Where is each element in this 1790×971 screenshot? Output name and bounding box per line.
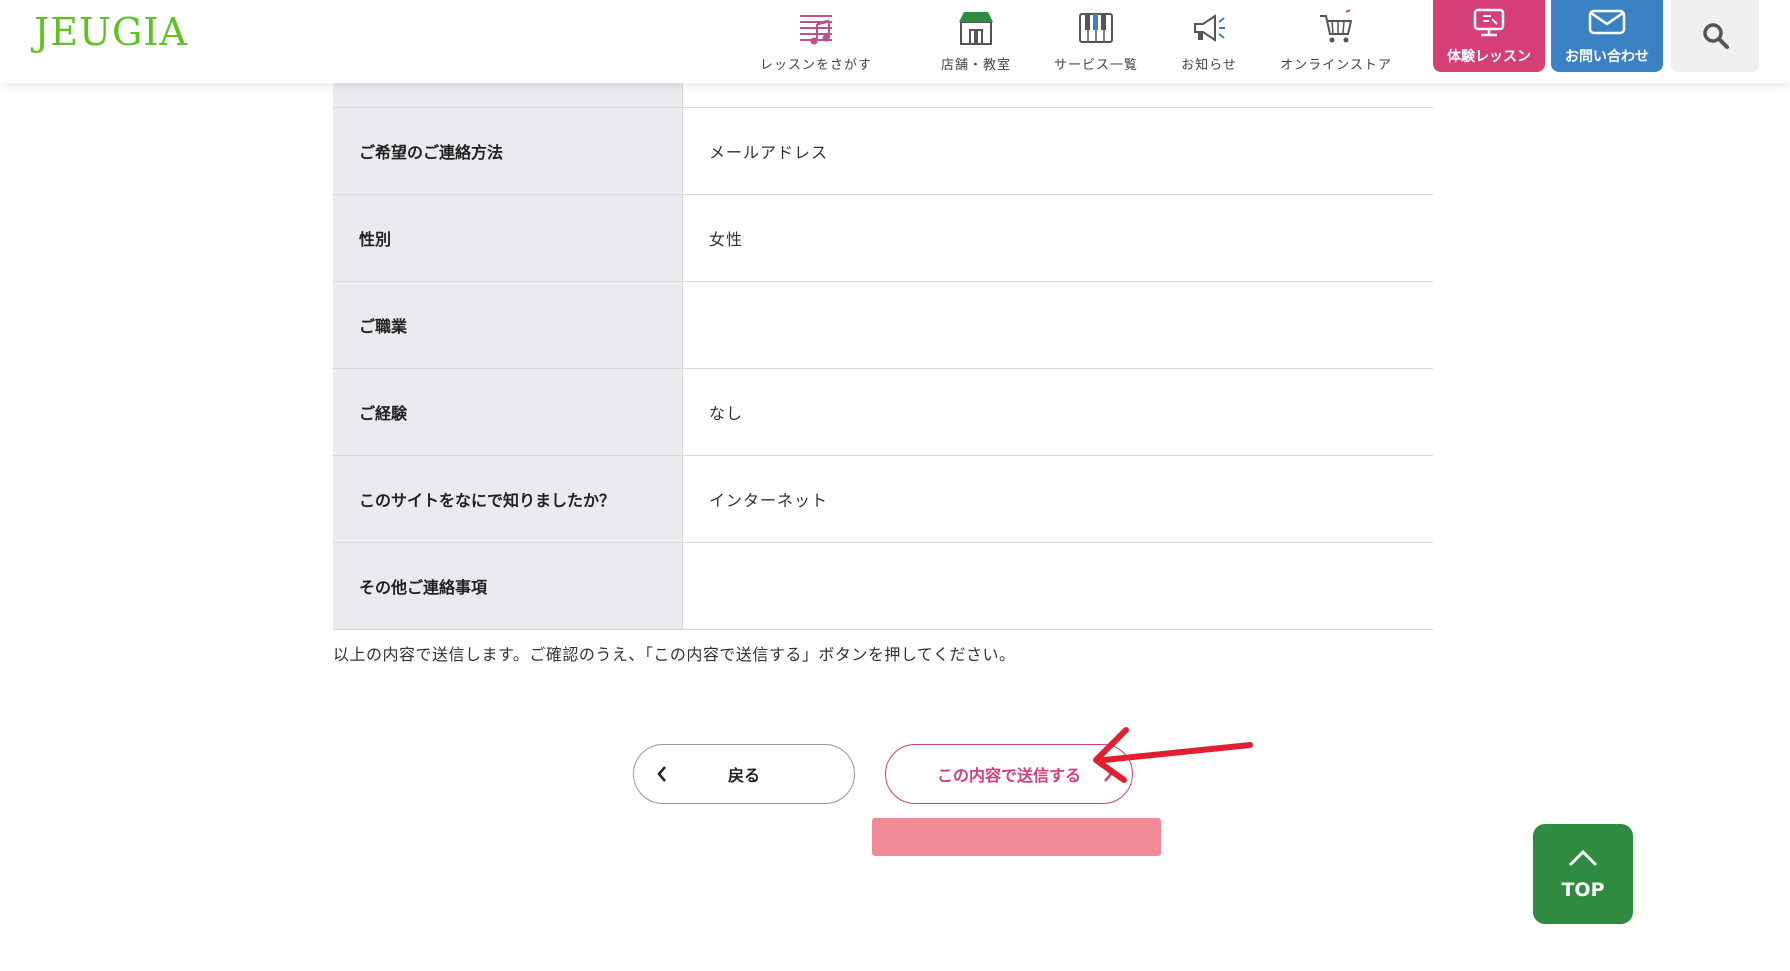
nav-online-store[interactable]: オンラインストア: [1268, 0, 1404, 83]
table-row: 性別 女性: [333, 195, 1433, 282]
trial-lesson-button[interactable]: 体験レッスン: [1433, 0, 1545, 72]
nav-news-label: お知らせ: [1181, 58, 1237, 73]
table-row: ご希望のご連絡方法 メールアドレス: [333, 108, 1433, 195]
field-label-experience: ご経験: [333, 369, 683, 455]
monitor-icon: [1473, 8, 1505, 37]
back-to-top-button[interactable]: TOP: [1533, 824, 1633, 924]
submit-button-label: この内容で送信する: [936, 766, 1081, 785]
confirmation-table: ご希望のご連絡方法 メールアドレス 性別 女性 ご職業 ご経験 なし このサイト…: [333, 83, 1433, 630]
storefront-icon: [959, 12, 993, 45]
table-row: このサイトをなにで知りましたか？ インターネット: [333, 456, 1433, 543]
site-header: JEUGIA レッスンをさがす 店舗・教室 サービス一覧 お知らせ オンラインス…: [0, 0, 1790, 83]
field-value-gender: 女性: [709, 230, 744, 249]
contact-button[interactable]: お問い合わせ: [1551, 0, 1663, 72]
table-row: ご職業: [333, 282, 1433, 369]
search-icon: [1703, 23, 1729, 49]
field-label-contact-method: ご希望のご連絡方法: [333, 108, 683, 194]
highlight-annotation: [872, 818, 1161, 856]
table-value-cell: [683, 83, 1433, 107]
search-button[interactable]: [1671, 0, 1759, 72]
field-label-other-notes: その他ご連絡事項: [333, 543, 683, 629]
nav-lesson-search[interactable]: レッスンをさがす: [752, 0, 880, 83]
field-value-referral-source: インターネット: [709, 491, 829, 510]
nav-online-store-label: オンラインストア: [1280, 58, 1392, 73]
field-label-referral-source: このサイトをなにで知りましたか？: [333, 456, 683, 542]
confirmation-note: 以上の内容で送信します。ご確認のうえ、「この内容で送信する」ボタンを押してくださ…: [333, 645, 1016, 664]
nav-lesson-search-label: レッスンをさがす: [759, 58, 872, 73]
back-to-top-label: TOP: [1561, 879, 1605, 901]
field-value-contact-method: メールアドレス: [709, 143, 829, 162]
nav-services-label: サービス一覧: [1053, 58, 1138, 73]
field-value-other-notes: [683, 543, 1433, 629]
chevron-left-icon: [657, 766, 666, 782]
table-header-cell: [333, 83, 683, 107]
back-button[interactable]: 戻る: [633, 744, 855, 804]
contact-label: お問い合わせ: [1565, 49, 1649, 65]
nav-stores-label: 店舗・教室: [940, 58, 1011, 73]
back-button-label: 戻る: [727, 766, 760, 785]
table-row: ご経験 なし: [333, 369, 1433, 456]
shopping-cart-icon: [1320, 9, 1353, 43]
megaphone-icon: [1194, 14, 1225, 42]
nav-services[interactable]: サービス一覧: [1040, 0, 1152, 83]
field-value-occupation: [683, 282, 1433, 368]
trial-lesson-label: 体験レッスン: [1447, 49, 1531, 65]
table-row-partial: [333, 83, 1433, 108]
music-score-icon: [800, 15, 832, 45]
field-value-experience: なし: [709, 404, 744, 423]
red-arrow-annotation: [1093, 727, 1253, 783]
chevron-up-icon: [1568, 849, 1598, 867]
table-row: その他ご連絡事項: [333, 543, 1433, 630]
jeugia-logo[interactable]: JEUGIA: [34, 10, 188, 54]
field-label-occupation: ご職業: [333, 282, 683, 368]
piano-keys-icon: [1079, 13, 1113, 43]
field-label-gender: 性別: [333, 195, 683, 281]
nav-stores[interactable]: 店舗・教室: [920, 0, 1032, 83]
envelope-icon: [1588, 9, 1626, 35]
nav-news[interactable]: お知らせ: [1166, 0, 1252, 83]
